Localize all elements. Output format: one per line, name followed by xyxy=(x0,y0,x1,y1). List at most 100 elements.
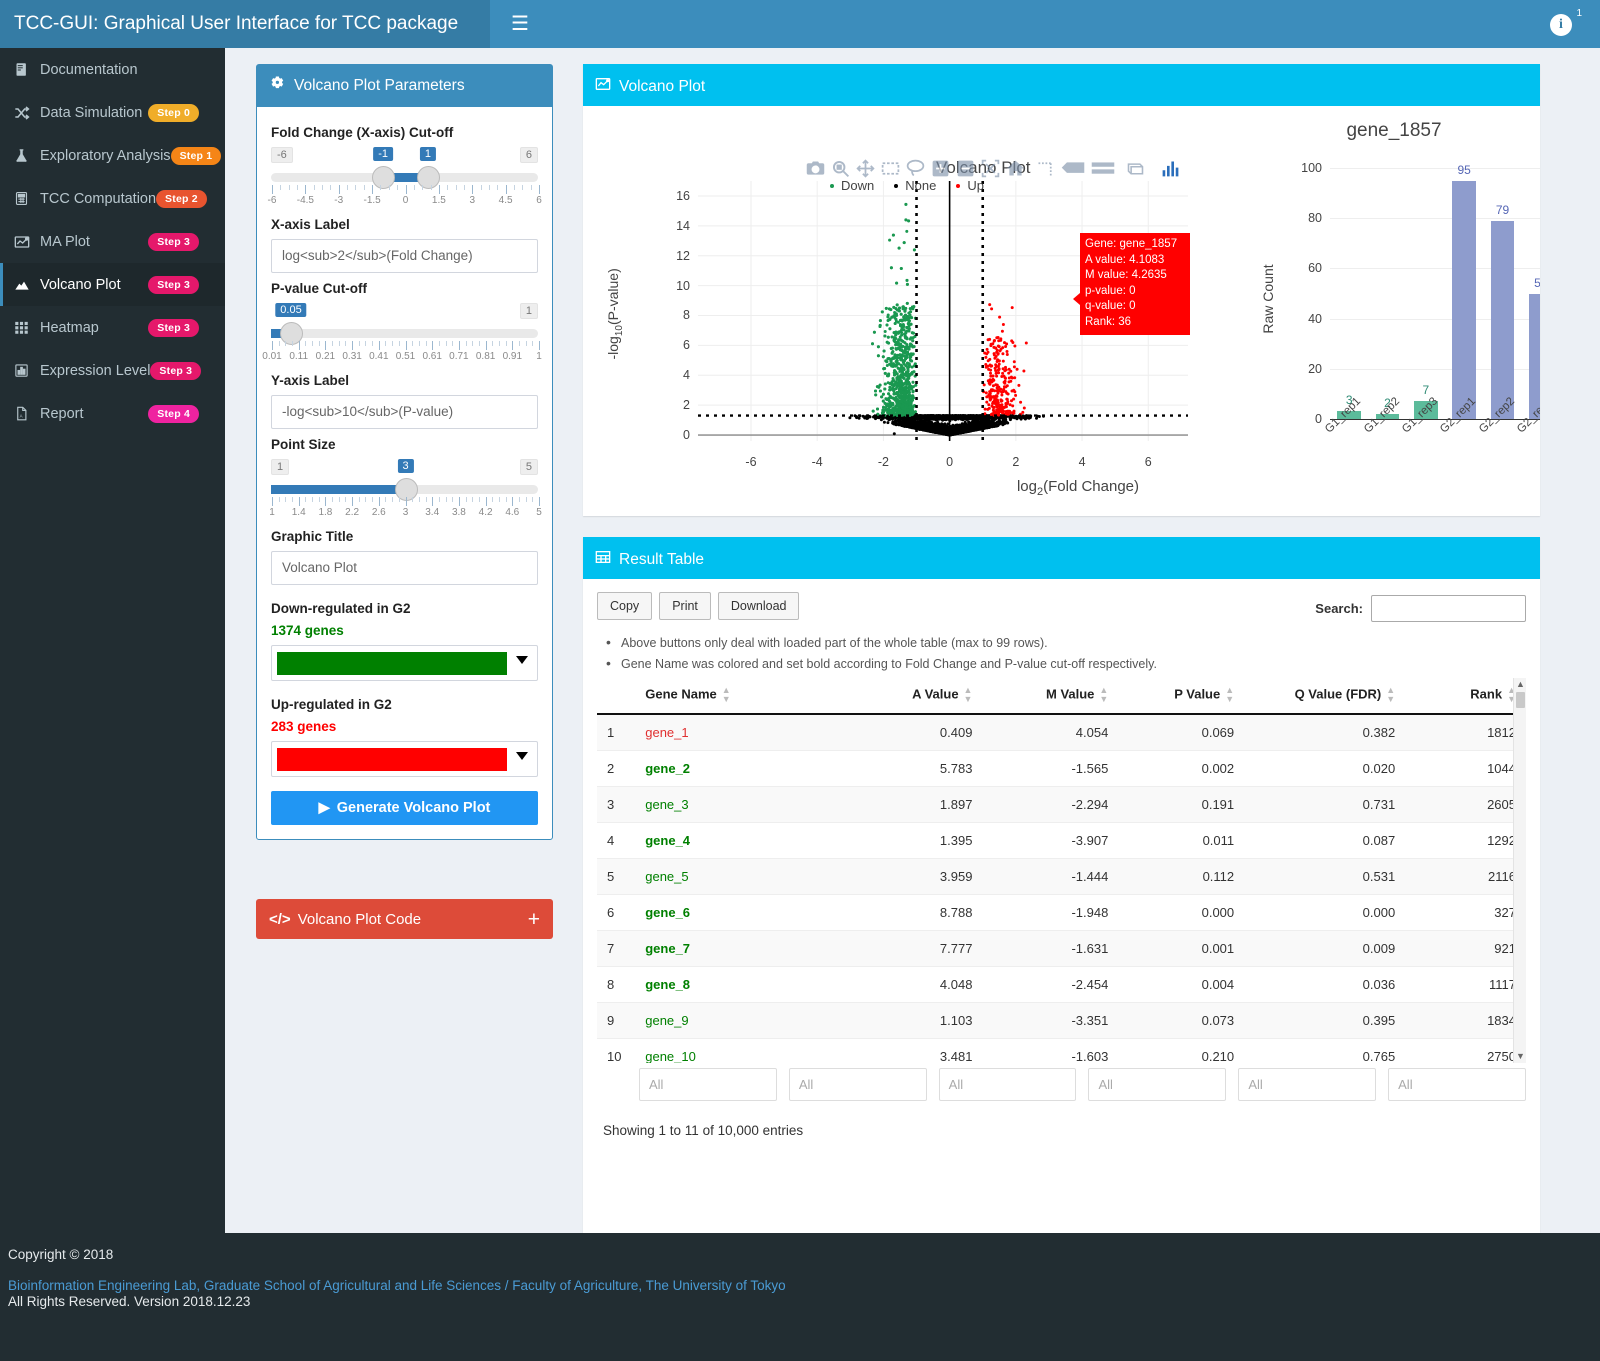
parameters-panel-header: Volcano Plot Parameters xyxy=(257,65,552,107)
cell-m-value: -1.631 xyxy=(982,930,1119,967)
table-col-m-value[interactable]: M Value ▲ ▼ xyxy=(982,678,1119,715)
barchart-bar[interactable] xyxy=(1528,293,1540,419)
hover-compare-icon[interactable] xyxy=(1090,158,1116,179)
sidebar-step-badge: Step 1 xyxy=(170,146,222,165)
parameters-panel-title: Volcano Plot Parameters xyxy=(294,77,465,94)
table-row[interactable]: 1 gene_1 0.409 4.054 0.069 0.382 1812 xyxy=(597,714,1526,751)
table-col-a-value[interactable]: A Value ▲ ▼ xyxy=(846,678,983,715)
table-row[interactable]: 2 gene_2 5.783 -1.565 0.002 0.020 1044 xyxy=(597,750,1526,787)
lasso-select-icon[interactable] xyxy=(905,158,926,179)
generate-volcano-plot-button[interactable]: ▶ Generate Volcano Plot xyxy=(271,791,538,825)
column-filter-input-4[interactable]: All xyxy=(1088,1068,1227,1101)
column-filter-input-6[interactable]: All xyxy=(1388,1068,1526,1101)
gene-raw-count-barchart[interactable]: gene_1857 Raw Count 0 20 40 60 80 100 3 G1_rep1… xyxy=(1248,116,1540,519)
sidebar-item-volcano-plot[interactable]: Volcano Plot Step 3 xyxy=(0,263,225,306)
sort-arrows-icon[interactable]: ▲ ▼ xyxy=(1386,686,1395,704)
legend-item-none[interactable]: None xyxy=(894,178,936,193)
footer-lab-link[interactable]: Bioinformation Engineering Lab, Graduate… xyxy=(8,1278,786,1293)
table-row[interactable]: 5 gene_5 3.959 -1.444 0.112 0.531 2116 xyxy=(597,858,1526,895)
table-col-q-value-fdr-[interactable]: Q Value (FDR) ▲ ▼ xyxy=(1244,678,1406,715)
barchart-y-tick: 0 xyxy=(1315,412,1322,426)
camera-icon[interactable] xyxy=(805,158,826,179)
sort-arrows-icon[interactable]: ▲ ▼ xyxy=(722,686,731,704)
zoom-in-icon[interactable] xyxy=(930,158,951,179)
sidebar-item-data-simulation[interactable]: Data Simulation Step 0 xyxy=(0,91,225,134)
barchart-icon[interactable] xyxy=(1160,158,1181,179)
expand-icon[interactable]: + xyxy=(528,909,540,930)
column-filter-input-5[interactable]: All xyxy=(1238,1068,1377,1101)
sidebar-item-tcc-computation[interactable]: TCC Computation Step 2 xyxy=(0,177,225,220)
y-axis-label-input[interactable]: -log<sub>10</sub>(P-value) xyxy=(271,395,538,429)
box-select-icon[interactable] xyxy=(880,158,901,179)
table-row[interactable]: 7 gene_7 7.777 -1.631 0.001 0.009 921 xyxy=(597,930,1526,967)
table-col-p-value[interactable]: P Value ▲ ▼ xyxy=(1118,678,1245,715)
reset-home-icon[interactable] xyxy=(1005,158,1026,179)
download-button[interactable]: Download xyxy=(717,592,800,620)
table-scrollbar[interactable]: ▲ ▼ xyxy=(1513,678,1526,1063)
sidebar-item-heatmap[interactable]: Heatmap Step 3 xyxy=(0,306,225,349)
legend-item-down[interactable]: Down xyxy=(830,178,874,193)
autoscale-icon[interactable] xyxy=(980,158,1001,179)
scrollbar-thumb[interactable] xyxy=(1516,692,1525,708)
barchart-bar[interactable] xyxy=(1490,220,1515,419)
sort-arrows-icon[interactable]: ▲ ▼ xyxy=(1099,686,1108,704)
barchart-gridline xyxy=(1330,168,1540,169)
column-filter-input-1[interactable]: All xyxy=(639,1068,777,1101)
sidebar-item-exploratory-analysis[interactable]: Exploratory Analysis Step 1 xyxy=(0,134,225,177)
table-row[interactable]: 4 gene_4 1.395 -3.907 0.011 0.087 1292 xyxy=(597,822,1526,859)
barchart-bar[interactable] xyxy=(1452,180,1477,419)
cell-a-value: 5.783 xyxy=(846,750,983,787)
plotly-modebar[interactable] xyxy=(805,158,1181,179)
sort-arrows-icon[interactable]: ▲ ▼ xyxy=(964,686,973,704)
scroll-up-icon[interactable]: ▲ xyxy=(1516,680,1525,689)
zoom-out-icon[interactable] xyxy=(955,158,976,179)
zoom-icon[interactable] xyxy=(830,158,851,179)
x-axis-label-input[interactable]: log<sub>2</sub>(Fold Change) xyxy=(271,239,538,273)
up-regulated-color-select[interactable] xyxy=(271,741,538,777)
volcano-plot-code-panel[interactable]: </> Volcano Plot Code + xyxy=(256,899,553,939)
table-row[interactable]: 8 gene_8 4.048 -2.454 0.004 0.036 1117 xyxy=(597,966,1526,1003)
info-button[interactable]: i 1 xyxy=(1550,8,1582,40)
toggle-spikelines-icon[interactable] xyxy=(1035,158,1056,179)
sidebar-item-ma-plot[interactable]: MA Plot Step 3 xyxy=(0,220,225,263)
search-input[interactable] xyxy=(1371,595,1526,622)
sidebar-item-documentation[interactable]: Documentation xyxy=(0,48,225,91)
p-value-slider[interactable]: 1 0.05 0.01 0.11 0.21 0.31 0.41 0.51 0.61 0.71 0.8… xyxy=(262,303,542,365)
table-row[interactable]: 9 gene_9 1.103 -3.351 0.073 0.395 1834 xyxy=(597,1002,1526,1039)
legend-item-up[interactable]: Up xyxy=(956,178,984,193)
point-size-slider[interactable]: 1 5 3 1 1.4 1.8 2.2 2.6 3 3.4 3.8 4.2 4.6 5 xyxy=(269,459,542,521)
table-row[interactable]: 6 gene_6 8.788 -1.948 0.000 0.000 327 xyxy=(597,894,1526,931)
column-filter-input-2[interactable]: All xyxy=(788,1068,927,1101)
print-button[interactable]: Print xyxy=(659,592,711,620)
down-regulated-color-select[interactable] xyxy=(271,645,538,681)
graphic-title-input[interactable]: Volcano Plot xyxy=(271,551,538,585)
slider-min-label: -6 xyxy=(271,147,293,163)
volcano-plot-canvas[interactable]: Volcano Plot Down None Up -log10(P-value) … xyxy=(583,106,1540,519)
table-row[interactable]: 10 gene_10 3.481 -1.603 0.210 0.765 2750 xyxy=(597,1038,1526,1063)
pan-icon[interactable] xyxy=(855,158,876,179)
sidebar-item-report[interactable]: A Report Step 4 xyxy=(0,392,225,435)
table-row[interactable]: 3 gene_3 1.897 -2.294 0.191 0.731 2605 xyxy=(597,786,1526,823)
slider-track[interactable] xyxy=(271,329,538,338)
volcano-plot-legend[interactable]: Down None Up xyxy=(830,178,984,193)
copy-button[interactable]: Copy xyxy=(597,592,653,620)
legend-label: Down xyxy=(841,178,875,193)
volcano-plot-box: Volcano Plot Volcano Plot Down None Up -… xyxy=(583,64,1540,516)
sidebar-item-expression-level[interactable]: Expression Level Step 3 xyxy=(0,349,225,392)
column-filter-input-3[interactable]: All xyxy=(938,1068,1077,1101)
table-col-gene-name[interactable]: Gene Name ▲ ▼ xyxy=(635,678,847,715)
sidebar-step-badge: Step 3 xyxy=(148,318,199,337)
tooltip-m-value: M value: 4.2635 xyxy=(1085,269,1167,282)
plotly-logo-icon[interactable] xyxy=(1125,158,1146,179)
cell-row-index: 5 xyxy=(597,858,636,895)
table-col-rank[interactable]: Rank ▲ ▼ xyxy=(1405,678,1526,715)
result-table-scroll-area[interactable]: Gene Name ▲ ▼ A Value ▲ ▼ M Value ▲ ▼ P Value ▲ ▼ Q … xyxy=(597,678,1526,1063)
slider-tick-labels: 1 1.4 1.8 2.2 2.6 3 3.4 3.8 4.2 4.6 5 xyxy=(269,507,542,518)
scroll-down-icon[interactable]: ▼ xyxy=(1516,1052,1525,1061)
hover-closest-icon[interactable] xyxy=(1060,158,1086,179)
slider-fill xyxy=(271,485,406,494)
sidebar-toggle-button[interactable]: ☰ xyxy=(502,0,538,48)
sort-arrows-icon[interactable]: ▲ ▼ xyxy=(1225,686,1234,704)
fold-change-slider[interactable]: -6 6 -1 1 -6 -4.5 -3 -1.5 0 1.5 3 4.5 6 xyxy=(268,147,542,209)
result-table: Gene Name ▲ ▼ A Value ▲ ▼ M Value ▲ ▼ P Value ▲ ▼ Q … xyxy=(597,678,1526,1063)
